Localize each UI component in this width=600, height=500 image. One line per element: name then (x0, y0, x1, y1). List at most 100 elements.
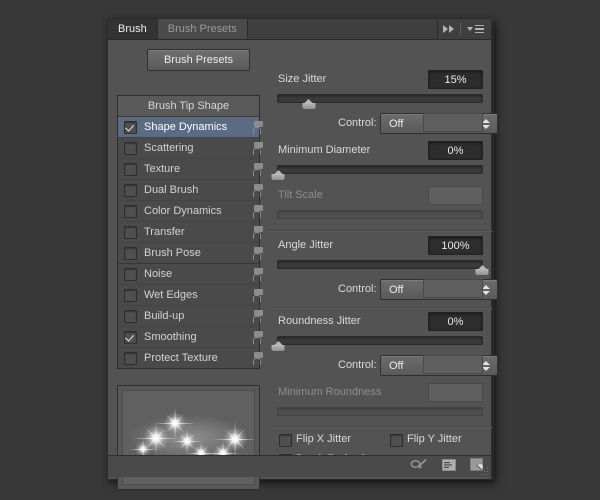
panel-header-icons (438, 19, 491, 39)
list-item[interactable]: Wet Edges (118, 285, 263, 306)
roundness-jitter-slider[interactable] (271, 336, 483, 351)
panel-body: Brush Presets Brush Tip Shape Shape Dyna… (108, 40, 498, 490)
size-jitter-label: Size Jitter (278, 73, 327, 85)
list-item[interactable]: Color Dynamics (118, 201, 263, 222)
list-item-label: Dual Brush (144, 184, 199, 196)
list-item-label: Build-up (144, 310, 185, 322)
chevron-updown-icon (482, 284, 490, 295)
chevron-updown-icon (482, 118, 490, 129)
list-item-label: Smoothing (144, 331, 197, 343)
roundness-control-label: Control: (338, 359, 377, 371)
list-item[interactable]: Build-up (118, 306, 263, 327)
minimum-diameter-value[interactable]: 0% (428, 141, 483, 160)
list-item-label: Shape Dynamics (144, 121, 228, 133)
list-item[interactable]: Texture (118, 159, 263, 180)
checkbox-brush-pose[interactable] (124, 246, 137, 260)
checkbox-flip-x-jitter[interactable] (279, 434, 292, 447)
checkbox-flip-y-jitter[interactable] (390, 434, 403, 447)
list-item-label: Scattering (144, 142, 194, 154)
tab-bar-filler (247, 19, 438, 39)
flip-x-jitter-label: Flip X Jitter (296, 433, 352, 445)
screenshot-root: Brush Brush Presets Brush Presets Brush … (0, 0, 600, 500)
checkbox-transfer[interactable] (124, 225, 137, 239)
panel-tab-bar: Brush Brush Presets (108, 19, 491, 40)
minimum-roundness-slider (277, 407, 483, 416)
panel-footer (108, 455, 491, 477)
list-item-label: Transfer (144, 226, 185, 238)
list-item[interactable]: Scattering (118, 138, 263, 159)
tilt-scale-slider (277, 210, 483, 219)
roundness-jitter-label: Roundness Jitter (278, 315, 361, 327)
tilt-scale-value (428, 186, 483, 205)
roundness-control-value: Off (389, 359, 404, 372)
roundness-control-extra-value[interactable] (423, 355, 483, 374)
footer-icon-group (410, 456, 483, 477)
list-item[interactable]: Protect Texture (118, 348, 263, 368)
brush-options-column: Brush Tip Shape Shape Dynamics Scatterin… (117, 95, 263, 369)
size-control-label: Control: (338, 117, 377, 129)
brush-tip-shape-header[interactable]: Brush Tip Shape (118, 96, 259, 117)
size-jitter-slider[interactable] (277, 94, 483, 109)
minimum-roundness-label: Minimum Roundness (278, 386, 382, 398)
shape-dynamics-settings: Size Jitter 15% Control: Off Minimum Dia… (270, 40, 498, 479)
angle-jitter-value[interactable]: 100% (428, 236, 483, 255)
brush-presets-button[interactable]: Brush Presets (147, 49, 250, 71)
settings-divider (270, 230, 492, 232)
brush-panel: Brush Brush Presets Brush Presets Brush … (107, 18, 498, 490)
chevron-updown-icon (482, 360, 490, 371)
tab-brush-presets[interactable]: Brush Presets (157, 19, 248, 39)
double-chevron-right-icon[interactable] (443, 25, 454, 33)
roundness-jitter-slider-handle[interactable] (271, 341, 285, 351)
settings-divider (270, 426, 492, 428)
checkbox-build-up[interactable] (124, 309, 137, 323)
size-control-extra-value[interactable] (423, 113, 483, 132)
angle-control-value: Off (389, 283, 404, 296)
minimum-diameter-slider-handle[interactable] (271, 170, 285, 180)
panel-menu-icon[interactable] (467, 24, 484, 34)
preset-button-row: Brush Presets (108, 40, 260, 76)
checkbox-wet-edges[interactable] (124, 288, 137, 302)
list-item[interactable]: Brush Pose (118, 243, 263, 264)
brush-presets-button-label: Brush Presets (163, 54, 234, 66)
header-divider (460, 23, 461, 35)
angle-control-extra-value[interactable] (423, 279, 483, 298)
angle-jitter-label: Angle Jitter (278, 239, 334, 251)
list-item-label: Brush Pose (144, 247, 201, 259)
roundness-jitter-value[interactable]: 0% (428, 312, 483, 331)
flip-y-jitter-label: Flip Y Jitter (407, 433, 462, 445)
list-item-label: Texture (144, 163, 181, 175)
checkbox-protect-texture[interactable] (124, 351, 137, 365)
list-item-label: Noise (144, 268, 173, 280)
minimum-roundness-value (428, 383, 483, 402)
checkbox-color-dynamics[interactable] (124, 204, 137, 218)
minimum-diameter-slider[interactable] (271, 165, 483, 180)
resize-grip-icon[interactable] (478, 465, 488, 475)
tab-brush-presets-label: Brush Presets (167, 22, 237, 35)
tilt-scale-label: Tilt Scale (278, 189, 323, 201)
checkbox-noise[interactable] (124, 267, 137, 281)
brush-tool-icon[interactable] (410, 458, 428, 476)
angle-control-label: Control: (338, 283, 377, 295)
list-item[interactable]: Transfer (118, 222, 263, 243)
list-item[interactable]: Noise (118, 264, 263, 285)
brush-options-list: Brush Tip Shape Shape Dynamics Scatterin… (117, 95, 263, 369)
list-item-label: Protect Texture (144, 352, 218, 364)
checkbox-smoothing[interactable] (124, 330, 137, 344)
tab-brush[interactable]: Brush (108, 19, 158, 39)
checkbox-scattering[interactable] (124, 141, 137, 155)
checkbox-dual-brush[interactable] (124, 183, 137, 197)
angle-jitter-slider[interactable] (277, 260, 489, 275)
size-control-value: Off (389, 117, 404, 130)
tab-brush-label: Brush (118, 22, 147, 35)
size-jitter-value[interactable]: 15% (428, 70, 483, 89)
list-item-label: Color Dynamics (144, 205, 222, 217)
checkbox-texture[interactable] (124, 162, 137, 176)
size-jitter-slider-handle[interactable] (302, 99, 316, 109)
list-item[interactable]: Dual Brush (118, 180, 263, 201)
brush-tip-shape-label: Brush Tip Shape (147, 100, 230, 112)
list-item[interactable]: Smoothing (118, 327, 263, 348)
angle-jitter-slider-handle[interactable] (475, 265, 489, 275)
checkbox-shape-dynamics[interactable] (124, 120, 137, 134)
toggle-panel-icon[interactable] (442, 458, 456, 476)
list-item[interactable]: Shape Dynamics (118, 117, 263, 138)
